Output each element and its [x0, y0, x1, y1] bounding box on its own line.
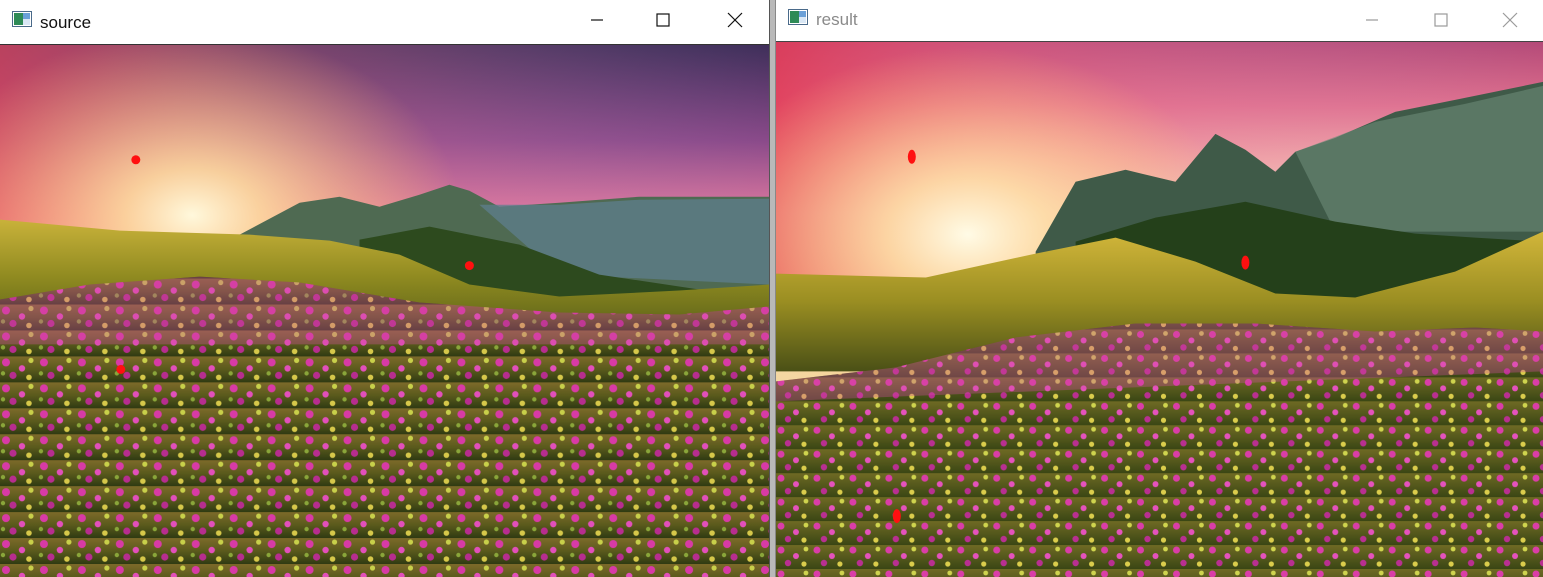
source-image-view[interactable] — [0, 44, 769, 577]
image-window-icon — [788, 9, 808, 25]
maximize-icon — [656, 13, 670, 27]
source-marker — [116, 364, 126, 374]
close-icon — [727, 12, 743, 28]
image-window-icon — [12, 11, 32, 27]
maximize-button[interactable] — [1418, 0, 1464, 40]
result-marker — [907, 149, 916, 164]
source-landscape-image — [0, 45, 769, 577]
source-title: source — [40, 13, 92, 32]
result-image-view[interactable] — [776, 41, 1543, 577]
minimize-button[interactable] — [574, 0, 620, 40]
minimize-icon — [591, 19, 603, 21]
minimize-icon — [1366, 19, 1378, 21]
source-marker — [464, 261, 474, 271]
close-button[interactable] — [1487, 0, 1533, 40]
result-titlebar[interactable]: result — [776, 0, 1543, 40]
result-marker — [892, 509, 901, 524]
close-icon — [1502, 12, 1518, 28]
source-titlebar[interactable]: source — [0, 0, 769, 44]
result-window[interactable]: result — [775, 0, 1543, 577]
result-title: result — [816, 10, 858, 29]
maximize-button[interactable] — [640, 0, 686, 40]
source-marker — [131, 155, 141, 165]
minimize-button[interactable] — [1349, 0, 1395, 40]
source-window[interactable]: source — [0, 0, 770, 577]
close-button[interactable] — [712, 0, 758, 40]
result-marker — [1241, 255, 1250, 270]
result-landscape-image — [776, 42, 1543, 577]
maximize-icon — [1434, 13, 1448, 27]
